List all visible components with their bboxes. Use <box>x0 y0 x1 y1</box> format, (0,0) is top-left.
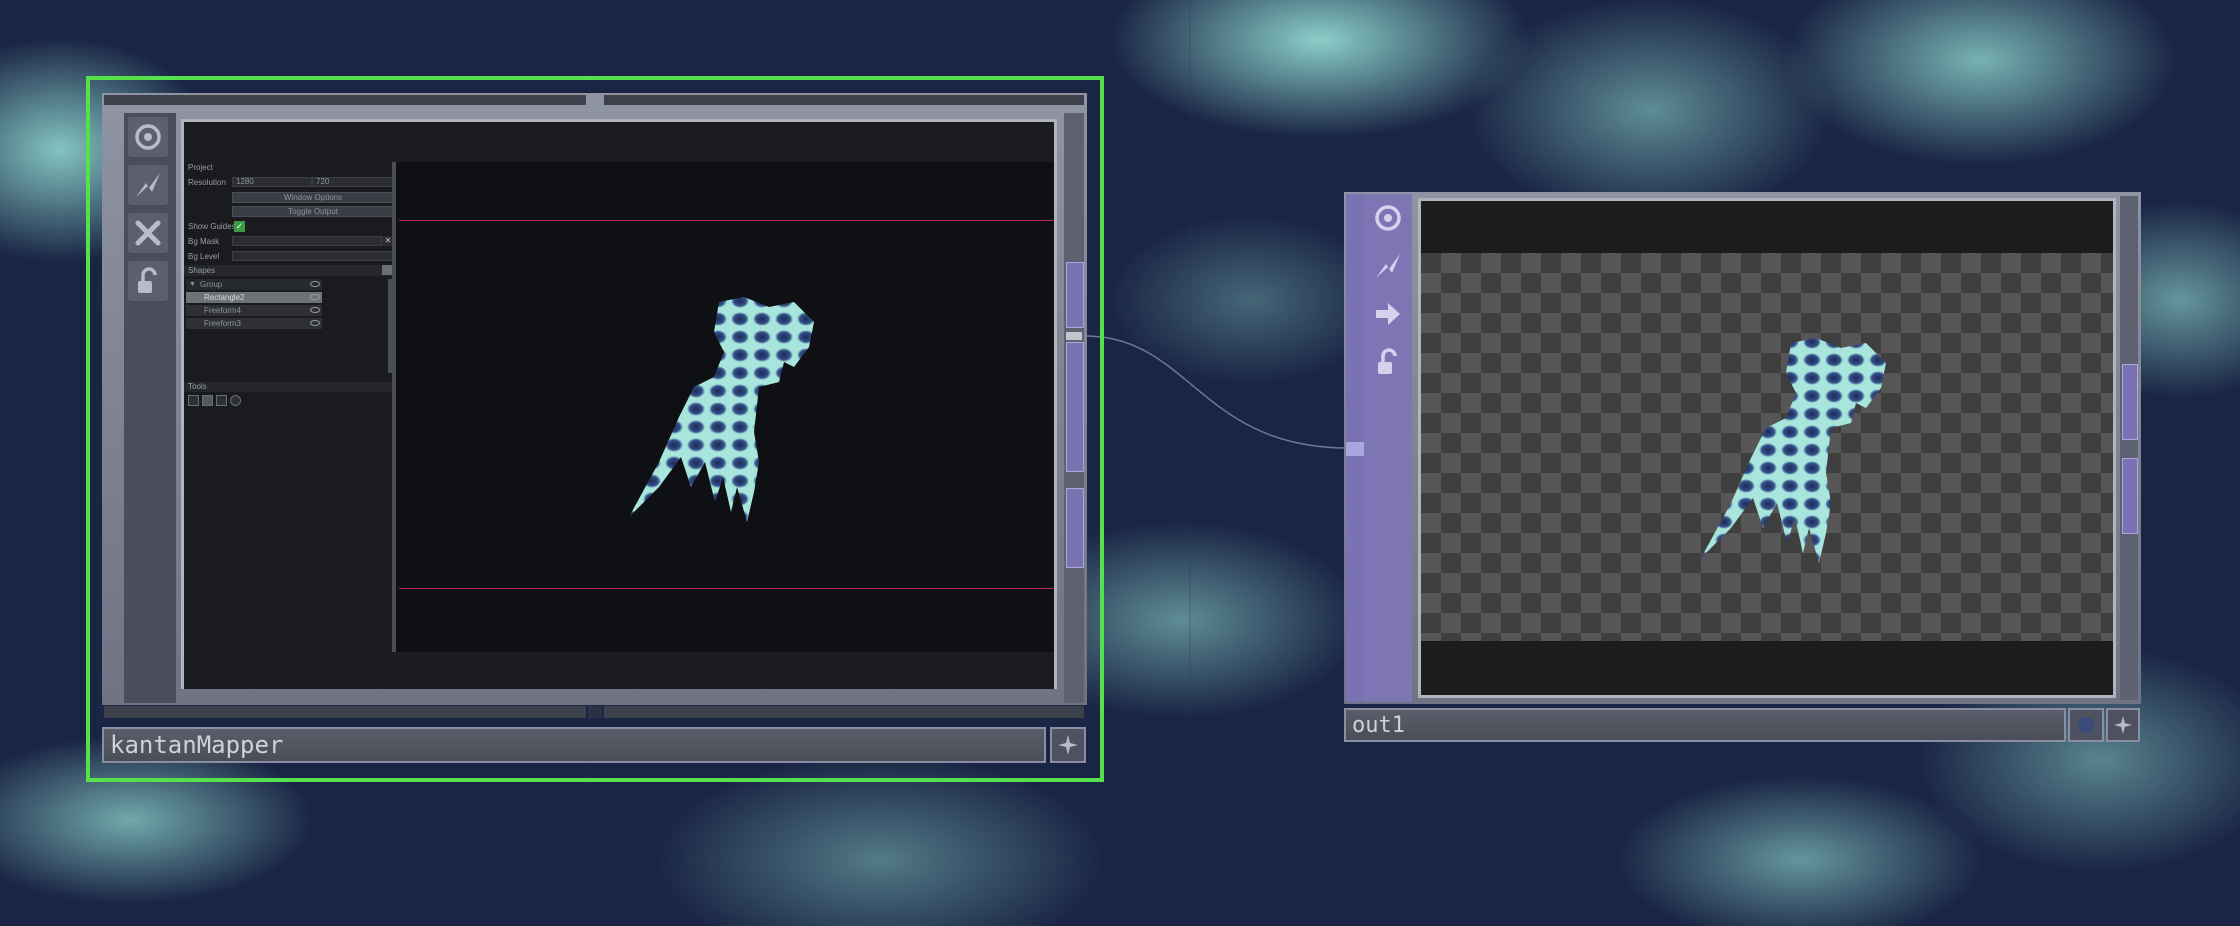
node-name-field[interactable]: kantanMapper <box>102 727 1046 763</box>
toggle-output-button[interactable]: Toggle Output <box>232 206 394 217</box>
node-sidebar <box>1364 194 1412 702</box>
bg-mask-field[interactable] <box>232 236 382 246</box>
lock-button[interactable] <box>1368 342 1408 382</box>
viewer-bottom-strip <box>184 652 1054 689</box>
target-icon <box>1375 205 1401 231</box>
lightning-icon <box>136 173 160 197</box>
input-connector[interactable] <box>1346 442 1364 456</box>
project-header: Project <box>188 163 213 172</box>
bg-level-label: Bg Level <box>188 252 220 261</box>
output-guide-top <box>399 220 1054 221</box>
mapped-shape-preview <box>629 297 814 522</box>
bypass-button[interactable] <box>1368 246 1408 286</box>
node-viewer: Project Resolution 1280 720 Window Optio… <box>181 119 1057 689</box>
output-flag-button[interactable] <box>1368 294 1408 334</box>
transparent-checkerboard <box>1421 253 2113 641</box>
output-connector[interactable] <box>1066 488 1084 568</box>
freeform-tool-icon[interactable] <box>230 395 241 406</box>
shape-item-label: Group <box>200 280 223 289</box>
node-display-button[interactable] <box>2068 708 2104 742</box>
x-icon <box>135 220 161 246</box>
kantanmapper-panel: Project Resolution 1280 720 Window Optio… <box>184 162 396 652</box>
lock-icon <box>138 267 157 293</box>
shape-item-group[interactable]: ▼ Group <box>186 279 322 290</box>
delete-button[interactable] <box>128 213 168 253</box>
panel-divider <box>392 162 396 652</box>
arrow-right-icon <box>1376 303 1400 325</box>
connector-wire-stub <box>1066 332 1082 340</box>
node-bottom-bar <box>104 706 586 718</box>
circle-icon <box>2078 717 2094 733</box>
shape-item[interactable]: Freeform4 <box>186 305 322 316</box>
shape-item-label: Rectangle2 <box>204 293 245 302</box>
lightning-icon <box>1376 254 1400 278</box>
star-icon <box>2113 715 2133 735</box>
shapes-header-bar <box>184 265 396 276</box>
tools-header-bar <box>184 382 396 392</box>
lock-icon <box>1378 348 1397 374</box>
node-name-label: kantanMapper <box>110 731 284 759</box>
node-name-label: out1 <box>1352 712 1405 738</box>
output-connector[interactable] <box>1066 342 1084 472</box>
node-pin-button[interactable] <box>2106 708 2140 742</box>
tools-header: Tools <box>188 382 207 391</box>
target-icon <box>135 124 161 150</box>
output-connector[interactable] <box>2122 364 2138 440</box>
show-guides-label: Show Guides <box>188 222 236 231</box>
node-top-bar <box>104 95 586 105</box>
node-top-bar <box>604 95 1084 105</box>
edit-tool-icon[interactable] <box>202 395 213 406</box>
shape-item-label: Freeform4 <box>204 306 241 315</box>
out1-node[interactable]: out1 <box>1344 192 2142 744</box>
node-name-field[interactable]: out1 <box>1344 708 2066 742</box>
visibility-eye-icon[interactable] <box>310 281 320 287</box>
output-shape-preview <box>1701 338 1886 563</box>
resolution-width-field[interactable]: 1280 <box>232 177 312 187</box>
lock-button[interactable] <box>128 261 168 301</box>
viewer-toggle-button[interactable] <box>128 117 168 157</box>
bg-mask-label: Bg Mask <box>188 237 220 246</box>
rectangle-tool-icon[interactable] <box>216 395 227 406</box>
node-bottom-bar <box>604 706 1084 718</box>
visibility-eye-icon[interactable] <box>310 307 320 313</box>
visibility-eye-icon[interactable] <box>310 294 320 300</box>
select-tool-icon[interactable] <box>188 395 199 406</box>
shapes-header: Shapes <box>188 266 216 275</box>
kantanmapper-node[interactable]: Project Resolution 1280 720 Window Optio… <box>86 76 1104 782</box>
shape-item[interactable]: Freeform3 <box>186 318 322 329</box>
visibility-eye-icon[interactable] <box>310 320 320 326</box>
resolution-height-field[interactable]: 720 <box>312 177 394 187</box>
shape-item-label: Freeform3 <box>204 319 241 328</box>
node-right-rail <box>2120 196 2138 700</box>
output-connector[interactable] <box>2122 458 2138 534</box>
expand-triangle-icon: ▼ <box>189 281 196 288</box>
shape-item[interactable]: Rectangle2 <box>186 292 322 303</box>
node-viewer <box>1418 198 2116 698</box>
node-pin-button[interactable] <box>1050 727 1086 763</box>
output-connector[interactable] <box>1066 262 1084 328</box>
resolution-label: Resolution <box>188 178 226 187</box>
star-icon <box>1058 735 1078 755</box>
node-sidebar <box>124 113 176 703</box>
bg-level-slider[interactable] <box>232 251 394 261</box>
output-guide-bottom <box>399 588 1054 589</box>
mapping-canvas[interactable] <box>399 162 1054 652</box>
node-bottom-notch <box>588 706 602 718</box>
window-options-button[interactable]: Window Options <box>232 192 394 203</box>
viewer-toggle-button[interactable] <box>1368 198 1408 238</box>
viewer-top-strip <box>184 122 1054 162</box>
bypass-button[interactable] <box>128 165 168 205</box>
show-guides-checkbox[interactable]: ✓ <box>234 221 245 232</box>
tools-row <box>188 395 248 406</box>
